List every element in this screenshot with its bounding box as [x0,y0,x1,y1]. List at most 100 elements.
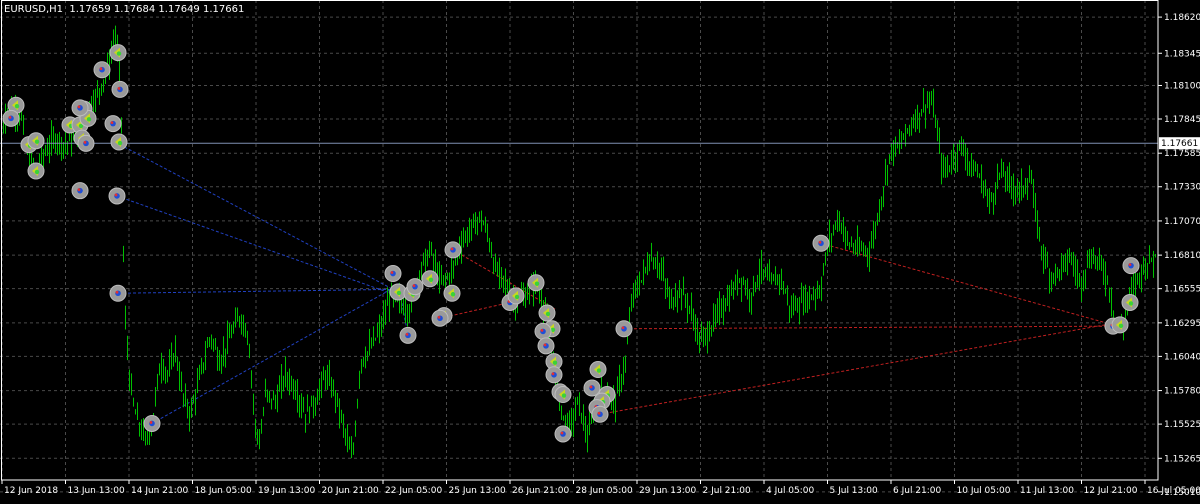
marker-dot [535,282,539,286]
sell-arrow-marker [592,406,608,422]
sell-arrow-marker [78,135,94,151]
buy-arrow-marker [28,163,44,179]
y-tick-label: 1.15780 [1164,387,1200,397]
chart-canvas[interactable]: 1.17661 1.186201.183451.181001.178451.17… [0,0,1200,500]
marker-dot-inner [451,247,454,250]
x-tick-label: 26 Jun 21:00 [512,486,569,496]
x-tick-label: 14 Jun 21:00 [131,486,188,496]
sell-arrow-marker [546,367,562,383]
buy-arrow-marker [539,305,555,321]
marker-dot-inner [9,116,12,119]
marker-dot [553,360,557,364]
y-tick-label: 1.15265 [1164,454,1200,464]
marker-dot [397,291,401,295]
x-tick-label: 19 Jun 13:00 [258,486,315,496]
x-tick-label: 29 Jun 13:00 [639,486,696,496]
marker-dot [562,393,566,397]
y-tick-label: 1.16555 [1164,285,1200,295]
x-tick-label: 12 Jul 21:00 [1084,486,1138,496]
marker-dot-inner [541,329,544,332]
marker-dot [597,368,601,372]
x-tick-label: 2 Jul 21:00 [703,486,752,496]
buy-arrow-marker [444,285,460,301]
sell-arrow-marker [109,188,125,204]
sell-arrow-marker [584,380,600,396]
marker-dot-inner [100,67,103,70]
marker-dot [451,292,455,296]
x-tick-label: 16 Jul 05:00 [1147,486,1200,496]
x-tick-label: 5 Jul 13:00 [830,486,879,496]
y-tick-label: 1.15525 [1164,420,1200,430]
marker-dot-inner [406,333,409,336]
buy-arrow-marker [555,387,571,403]
marker-dot-inner [622,326,625,329]
marker-dot-inner [561,432,564,435]
marker-dot-inner [118,87,121,90]
sell-arrow-marker [110,285,126,301]
y-tick-label: 1.16040 [1164,352,1200,362]
y-tick-label: 1.17330 [1164,183,1200,193]
x-tick-label: 13 Jun 13:00 [68,486,125,496]
buy-arrow-marker [508,288,524,304]
x-tick-label: 20 Jun 21:00 [322,486,379,496]
buy-arrow-marker [110,45,126,61]
marker-dot-inner [552,372,555,375]
sell-arrow-marker [407,279,423,295]
sell-arrow-marker [432,310,448,326]
buy-arrow-marker [1112,317,1128,333]
x-tick-label: 28 Jun 05:00 [576,486,633,496]
marker-dot-inner [84,141,87,144]
y-tick-label: 1.17845 [1164,115,1200,125]
sell-arrow-marker [400,327,416,343]
sell-arrow-marker [72,100,88,116]
marker-dot-inner [116,291,119,294]
marker-dot-inner [391,271,394,274]
marker-dot [1129,301,1133,305]
sell-arrow-marker [385,266,401,282]
chart-title: EURUSD,H1 1.17659 1.17684 1.17649 1.1766… [4,4,244,15]
marker-dot [1119,324,1123,328]
y-tick-label: 1.18620 [1164,13,1200,23]
price-chart[interactable]: EURUSD,H1 1.17659 1.17684 1.17649 1.1766… [0,0,1200,500]
marker-dot-inner [115,194,118,197]
marker-dot-inner [438,316,441,319]
buy-arrow-marker [390,284,406,300]
marker-dot [546,312,550,316]
marker-dot-inner [413,284,416,287]
buy-arrow-marker [590,362,606,378]
sell-arrow-marker [555,426,571,442]
sell-arrow-marker [616,321,632,337]
marker-dot [118,141,122,145]
sell-arrow-marker [112,81,128,97]
x-tick-label: 11 Jul 13:00 [1020,486,1074,496]
x-tick-label: 6 Jul 21:00 [893,486,942,496]
sell-arrow-marker [538,338,554,354]
y-tick-label: 1.17070 [1164,217,1200,227]
buy-arrow-marker [111,134,127,150]
marker-dot-inner [544,343,547,346]
x-tick-label: 12 Jun 2018 [4,486,58,496]
sell-arrow-marker [813,235,829,251]
y-tick-label: 1.17585 [1164,149,1200,159]
marker-dot-inner [111,121,114,124]
marker-dot-inner [1129,263,1132,266]
y-tick-label: 1.16295 [1164,319,1200,329]
marker-dot-inner [78,105,81,108]
x-tick-label: 25 Jun 13:00 [449,486,506,496]
marker-dot-inner [590,386,593,389]
y-tick-label: 1.18100 [1164,81,1200,91]
y-tick-label: 1.16810 [1164,251,1200,261]
marker-dot [87,117,91,121]
marker-dot [35,170,39,174]
sell-arrow-marker [105,116,121,132]
sell-arrow-marker [535,323,551,339]
x-tick-label: 18 Jun 05:00 [195,486,252,496]
marker-dot-inner [598,412,601,415]
marker-dot [35,140,39,144]
buy-arrow-marker [528,275,544,291]
marker-dot [429,278,433,282]
sell-arrow-marker [445,242,461,258]
sell-arrow-marker [3,110,19,126]
marker-dot-inner [78,188,81,191]
sell-arrow-marker [94,62,110,78]
